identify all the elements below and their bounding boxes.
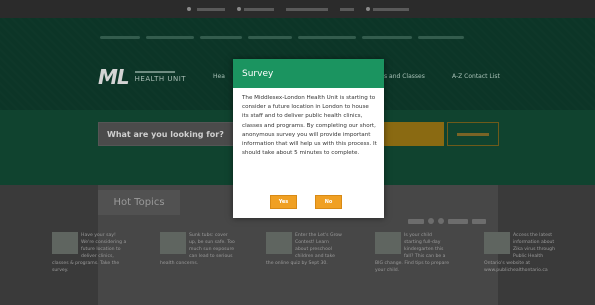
modal-header: Survey [233,59,384,88]
no-button[interactable]: No [315,195,342,209]
yes-button[interactable]: Yes [270,195,297,209]
page-background: ML HEALTH UNIT Hea s and Classes A-Z Con… [0,0,595,305]
modal-body: The Middlesex-London Health Unit is star… [242,95,377,157]
modal-title: Survey [242,68,274,79]
survey-modal: Survey The Middlesex-London Health Unit … [233,59,384,218]
